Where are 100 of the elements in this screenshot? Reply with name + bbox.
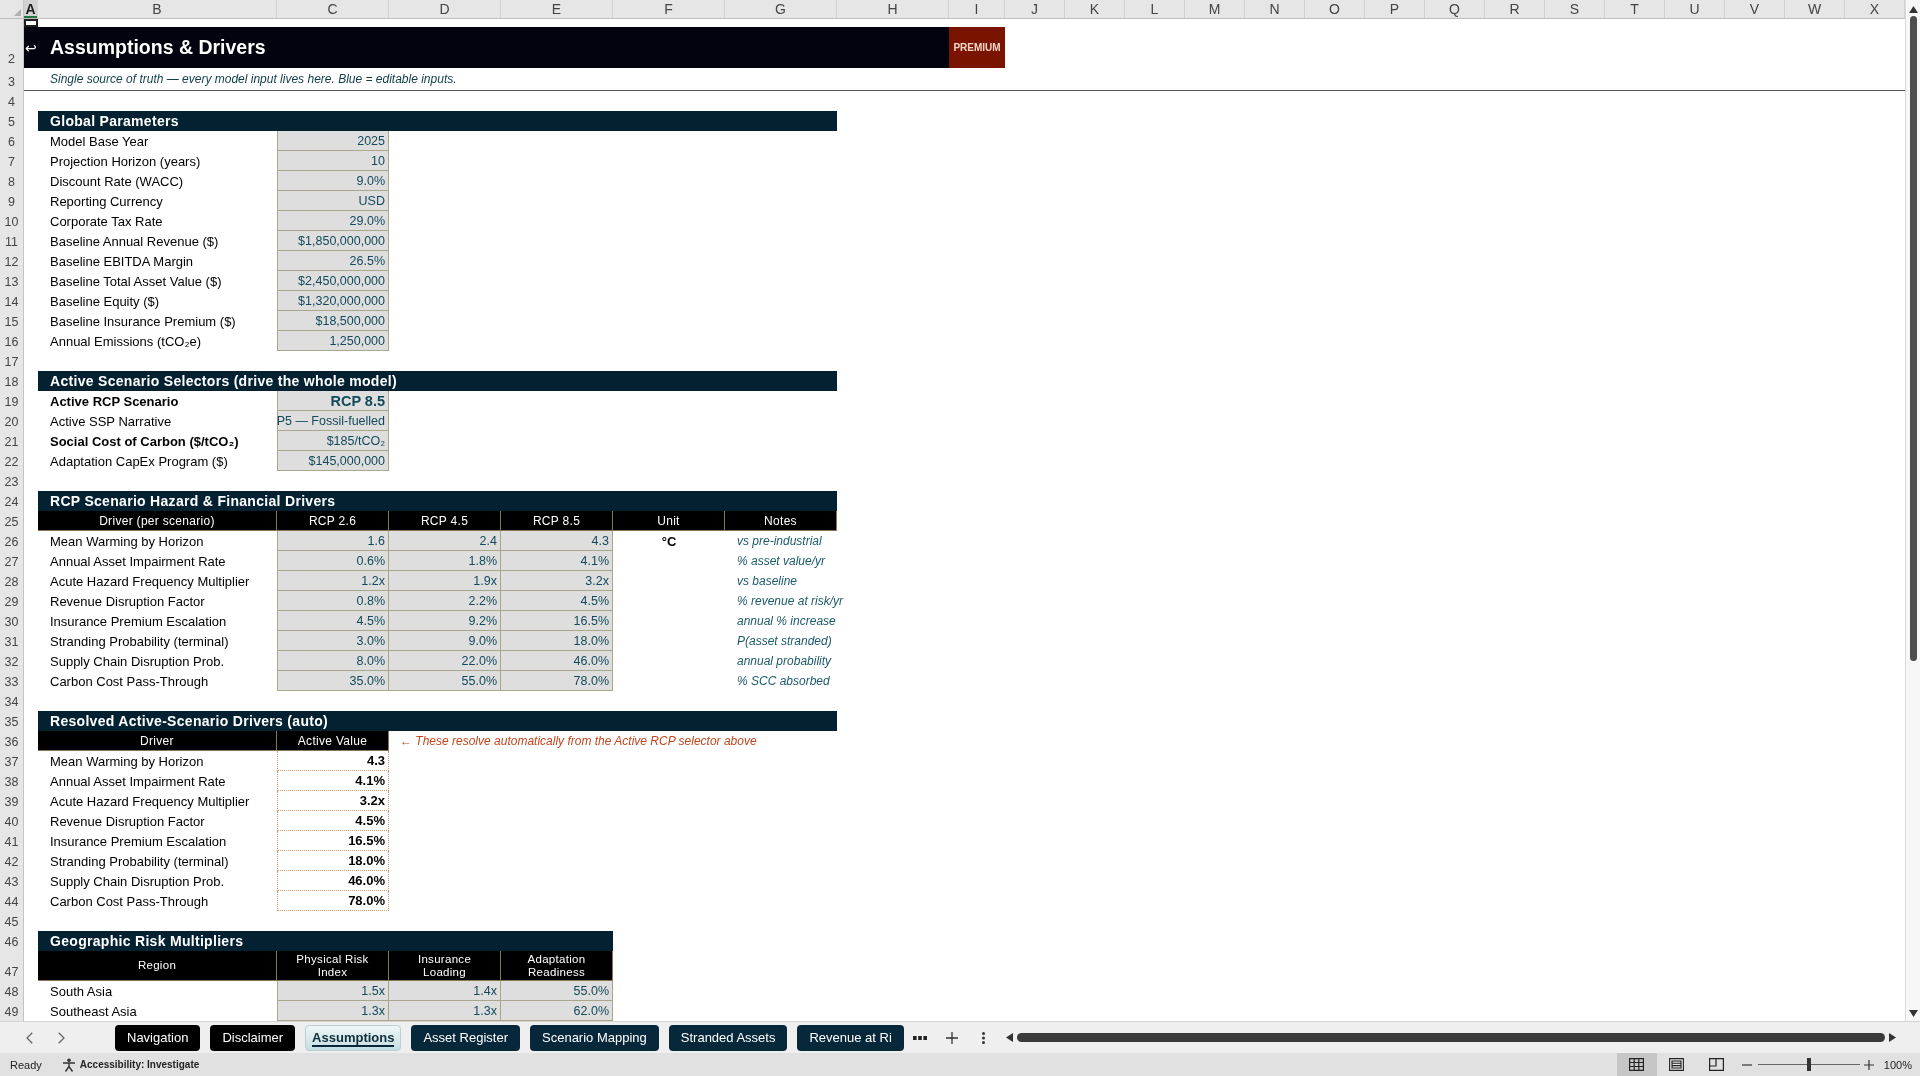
column-letter[interactable]: E — [501, 0, 613, 18]
row-number[interactable]: 22 — [0, 451, 24, 471]
zoom-percentage[interactable]: 100% — [1883, 1058, 1912, 1071]
column-letter[interactable]: W — [1785, 0, 1845, 18]
triangle-right-icon[interactable] — [1889, 1033, 1896, 1042]
chevron-right-icon[interactable] — [58, 1031, 65, 1044]
column-letter[interactable]: D — [389, 0, 501, 18]
plus-icon[interactable] — [945, 1031, 958, 1044]
column-letter[interactable]: V — [1725, 0, 1785, 18]
row-number[interactable]: 26 — [0, 531, 24, 551]
row-number[interactable]: 48 — [0, 981, 24, 1001]
sheet-tab[interactable]: Assumptions — [305, 1024, 402, 1051]
sheet-tab[interactable]: Navigation — [115, 1024, 201, 1051]
row-number[interactable]: 29 — [0, 591, 24, 611]
chevron-left-icon[interactable] — [26, 1031, 33, 1044]
minus-icon[interactable] — [1741, 1063, 1752, 1066]
column-letter[interactable]: M — [1185, 0, 1245, 18]
row-number[interactable]: 12 — [0, 251, 24, 271]
sheet-tab[interactable]: Revenue at Ri — [797, 1024, 904, 1051]
row-number[interactable]: 2 — [0, 27, 24, 68]
row-number[interactable]: 36 — [0, 731, 24, 751]
zoom-slider-thumb[interactable] — [1806, 1058, 1811, 1071]
column-letter[interactable]: J — [1005, 0, 1065, 18]
row-number[interactable]: 41 — [0, 831, 24, 851]
grid-icon — [1629, 1058, 1645, 1071]
column-letter[interactable]: S — [1545, 0, 1605, 18]
row-number[interactable]: 18 — [0, 371, 24, 391]
row-number[interactable]: 20 — [0, 411, 24, 431]
row-number[interactable]: 15 — [0, 311, 24, 331]
column-letter[interactable]: Q — [1425, 0, 1485, 18]
row-number[interactable]: 8 — [0, 171, 24, 191]
triangle-down-icon[interactable] — [1908, 1010, 1918, 1017]
vertical-dots-icon[interactable] — [982, 1031, 986, 1044]
scenario-value: 1.6 — [277, 531, 389, 551]
column-letter[interactable]: N — [1245, 0, 1305, 18]
row-number[interactable]: 23 — [0, 471, 24, 491]
row-number[interactable]: 35 — [0, 711, 24, 731]
row-number[interactable]: 17 — [0, 351, 24, 371]
row-number[interactable]: 11 — [0, 231, 24, 251]
triangle-up-icon[interactable] — [1908, 6, 1918, 13]
column-letter[interactable]: I — [949, 0, 1005, 18]
column-letter[interactable]: U — [1665, 0, 1725, 18]
column-letter[interactable]: H — [837, 0, 949, 18]
row-number[interactable]: 14 — [0, 291, 24, 311]
row-number[interactable]: 47 — [0, 951, 24, 981]
scrollbar-thumb[interactable] — [1016, 1033, 1885, 1042]
row-number[interactable]: 3 — [0, 68, 24, 91]
accessibility-button[interactable]: Accessibility: Investigate — [61, 1057, 200, 1072]
section-header: Resolved Active-Scenario Drivers (auto) — [38, 711, 837, 731]
column-letter[interactable]: F — [613, 0, 725, 18]
column-letter[interactable]: B — [38, 0, 277, 18]
sheet-tab[interactable]: Disclaimer — [210, 1024, 296, 1051]
driver-label: Carbon Cost Pass-Through — [50, 673, 209, 689]
row-number[interactable]: 5 — [0, 111, 24, 131]
row-number[interactable]: 31 — [0, 631, 24, 651]
row-number[interactable]: 24 — [0, 491, 24, 511]
column-letter[interactable]: T — [1605, 0, 1665, 18]
row-number[interactable]: 30 — [0, 611, 24, 631]
row-number[interactable]: 21 — [0, 431, 24, 451]
scrollbar-thumb[interactable] — [1909, 16, 1917, 661]
column-letter[interactable]: R — [1485, 0, 1545, 18]
row-number[interactable]: 38 — [0, 771, 24, 791]
sheet-tab[interactable]: Asset Register — [411, 1024, 520, 1051]
row-number[interactable]: 16 — [0, 331, 24, 351]
row-number[interactable]: 33 — [0, 671, 24, 691]
sheet-tab[interactable]: Scenario Mapping — [530, 1024, 659, 1051]
view-button[interactable] — [1616, 1053, 1657, 1076]
row-number[interactable]: 43 — [0, 871, 24, 891]
triangle-left-icon[interactable] — [1005, 1033, 1013, 1042]
row-number[interactable]: 49 — [0, 1001, 24, 1021]
plus-icon[interactable] — [1863, 1059, 1874, 1070]
row-number[interactable]: 44 — [0, 891, 24, 911]
row-number[interactable]: 27 — [0, 551, 24, 571]
row-number[interactable]: 13 — [0, 271, 24, 291]
column-letter[interactable]: A — [24, 0, 38, 18]
column-letter[interactable]: L — [1125, 0, 1185, 18]
row-number[interactable]: 45 — [0, 911, 24, 931]
row-number[interactable]: 9 — [0, 191, 24, 211]
sheet-tab[interactable]: Stranded Assets — [668, 1024, 788, 1051]
column-letter[interactable]: G — [725, 0, 837, 18]
row-number[interactable]: 42 — [0, 851, 24, 871]
row-number[interactable]: 19 — [0, 391, 24, 411]
column-letter[interactable]: C — [277, 0, 389, 18]
row-number[interactable]: 37 — [0, 751, 24, 771]
row-number[interactable]: 25 — [0, 511, 24, 531]
column-letter[interactable]: K — [1065, 0, 1125, 18]
row-number[interactable]: 46 — [0, 931, 24, 951]
column-letter[interactable]: O — [1305, 0, 1365, 18]
row-number[interactable]: 32 — [0, 651, 24, 671]
row-number[interactable]: 10 — [0, 211, 24, 231]
row-number[interactable]: 6 — [0, 131, 24, 151]
more-icon[interactable] — [912, 1035, 927, 1040]
row-number[interactable]: 34 — [0, 691, 24, 711]
return-arrow[interactable]: ↩ — [24, 39, 38, 56]
row-number[interactable]: 40 — [0, 811, 24, 831]
row-number[interactable]: 39 — [0, 791, 24, 811]
row-number[interactable]: 7 — [0, 151, 24, 171]
row-number[interactable]: 4 — [0, 91, 24, 111]
row-number[interactable]: 28 — [0, 571, 24, 591]
column-letter[interactable]: P — [1365, 0, 1425, 18]
